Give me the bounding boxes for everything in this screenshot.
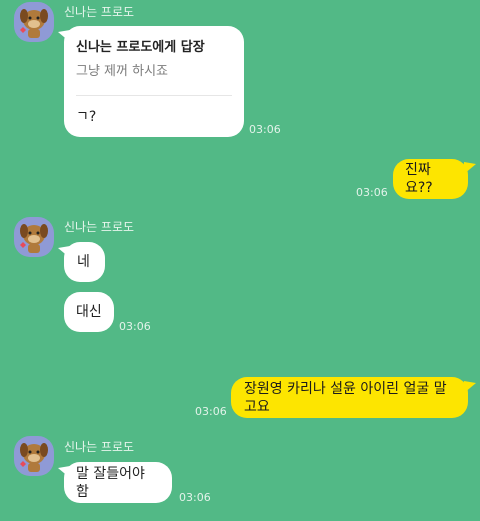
message-text: 장원영 카리나 설윤 아이린 얼굴 말고요 xyxy=(244,380,447,415)
reply-divider xyxy=(76,95,232,96)
bubble-tail xyxy=(58,466,70,478)
bubble-tail xyxy=(58,246,70,258)
sender-name: 신나는 프로도 xyxy=(64,440,135,454)
bubble-tail xyxy=(58,30,70,42)
message-bubble[interactable]: 말 잘들어야 함 xyxy=(64,462,172,503)
frodo-avatar-icon[interactable] xyxy=(14,217,54,257)
my-message-bubble[interactable]: 장원영 카리나 설윤 아이린 얼굴 말고요 xyxy=(231,377,468,418)
message-time: 03:06 xyxy=(179,491,211,504)
message-time: 03:06 xyxy=(195,405,227,418)
message-time: 03:06 xyxy=(119,320,151,333)
bubble-tail xyxy=(464,381,476,393)
message-text: 진짜요?? xyxy=(405,162,433,196)
message-text: 말 잘들어야 함 xyxy=(76,465,145,500)
reply-header: 신나는 프로도에게 답장 xyxy=(76,40,205,55)
message-bubble[interactable]: 대신 xyxy=(64,292,114,332)
message-text: ㄱ? xyxy=(76,109,97,125)
my-message-bubble[interactable]: 진짜요?? xyxy=(393,159,468,199)
frodo-avatar-icon[interactable] xyxy=(14,436,54,476)
sender-name: 신나는 프로도 xyxy=(64,220,135,234)
bubble-tail xyxy=(464,162,476,174)
sender-name: 신나는 프로도 xyxy=(64,5,135,19)
reply-message-bubble[interactable]: 신나는 프로도에게 답장 그냥 제꺼 하시죠 ㄱ? xyxy=(64,26,244,137)
message-bubble[interactable]: 네 xyxy=(64,242,105,282)
frodo-avatar-icon[interactable] xyxy=(14,2,54,42)
reply-quoted-text: 그냥 제꺼 하시죠 xyxy=(76,64,168,79)
message-text: 대신 xyxy=(76,304,102,320)
message-time: 03:06 xyxy=(356,186,388,199)
message-text: 네 xyxy=(77,254,90,270)
message-time: 03:06 xyxy=(249,123,281,136)
